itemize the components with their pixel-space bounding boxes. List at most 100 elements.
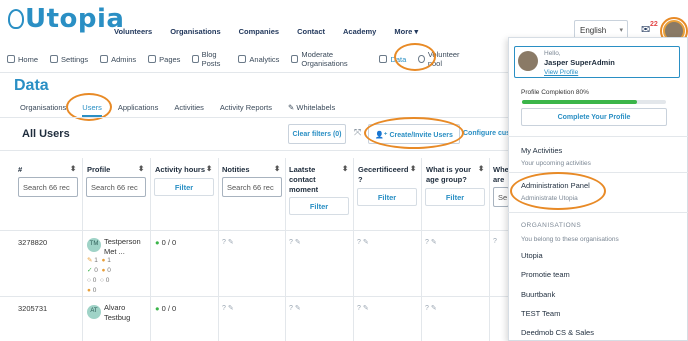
activity-hours-value: ● 0 / 0 <box>155 304 177 313</box>
tab-activities[interactable]: Activities <box>174 103 204 117</box>
edit-icon: ✎ <box>87 257 93 264</box>
column-header-notities[interactable]: Notities <box>222 165 250 174</box>
tab-organisations[interactable]: Organisations <box>20 103 66 117</box>
nav-organisations[interactable]: Organisations <box>170 27 220 36</box>
admins-icon <box>100 55 109 63</box>
subnav-analytics[interactable]: Analytics <box>238 55 279 64</box>
column-header-id[interactable]: # <box>18 165 22 174</box>
sort-icon[interactable]: ⬍ <box>206 164 212 173</box>
star-icon: ○ <box>87 277 91 284</box>
subnav-admins[interactable]: Admins <box>100 55 136 64</box>
column-header-profile[interactable]: Profile <box>87 165 110 174</box>
app-logo[interactable]: Utopia <box>8 4 124 34</box>
tab-applications[interactable]: Applications <box>118 103 158 117</box>
clear-filters-button[interactable]: Clear filters (0) <box>288 124 346 144</box>
filter-certified-button[interactable]: Filter <box>357 188 417 206</box>
contact-edit-icon[interactable]: ? ✎ <box>289 238 301 246</box>
column-header-activity-hours[interactable]: Activity hours <box>155 165 205 174</box>
org-item[interactable]: Utopia <box>521 251 543 260</box>
filter-contact-button[interactable]: Filter <box>289 197 349 215</box>
pages-icon <box>148 55 157 63</box>
column-header-gecertificeerd[interactable]: Gecertificeerd ? <box>358 165 410 185</box>
column-header-laatste-contact[interactable]: Laatste contact moment <box>289 165 341 195</box>
column-divider <box>353 158 354 341</box>
divider <box>508 212 688 213</box>
divider <box>508 136 688 137</box>
sort-icon[interactable]: ⬍ <box>478 164 484 173</box>
view-profile-link[interactable]: View Profile <box>544 69 578 76</box>
tab-whitelabels[interactable]: ✎ Whitelabels <box>288 103 335 117</box>
profile-completion-label: Profile Completion 80% <box>521 89 589 96</box>
profile-name-link[interactable]: Testperson Met ... <box>104 237 148 257</box>
circle-icon: ○ <box>100 277 104 284</box>
sort-icon[interactable]: ⬍ <box>138 164 144 173</box>
certified-edit-icon[interactable]: ? ✎ <box>357 238 369 246</box>
nav-more[interactable]: More ▾ <box>394 27 418 36</box>
org-item[interactable]: TEST Team <box>521 309 560 318</box>
divider <box>0 150 510 151</box>
configure-button[interactable]: Configure cust <box>463 130 512 137</box>
notification-icon[interactable]: ✉ <box>641 23 650 36</box>
avatar: TM <box>87 238 101 252</box>
row-divider <box>0 230 510 231</box>
row-id: 3205731 <box>18 304 48 313</box>
my-activities-link[interactable]: My Activities <box>521 146 562 155</box>
where-edit-icon[interactable]: ? <box>493 238 497 245</box>
profile-completion-fill <box>522 100 638 104</box>
column-divider <box>82 158 83 341</box>
filter-activity-hours-button[interactable]: Filter <box>154 178 214 196</box>
check-icon: ✓ <box>87 267 93 274</box>
certified-edit-icon[interactable]: ? ✎ <box>357 304 369 312</box>
page-title: Data <box>14 77 49 94</box>
blog-icon <box>192 55 199 63</box>
highlight-circle-create <box>364 117 464 149</box>
nav-companies[interactable]: Companies <box>239 27 279 36</box>
home-icon <box>7 55 15 63</box>
activity-hours-value: ● 0 / 0 <box>155 238 177 247</box>
column-header-age-group[interactable]: What is your age group? <box>426 165 478 185</box>
org-item[interactable]: Deedmob CS & Sales <box>521 328 594 337</box>
contact-edit-icon[interactable]: ? ✎ <box>289 304 301 312</box>
sort-icon[interactable]: ⬍ <box>410 164 416 173</box>
subnav-settings[interactable]: Settings <box>50 55 88 64</box>
analytics-icon <box>238 55 247 63</box>
tab-activity-reports[interactable]: Activity Reports <box>220 103 272 117</box>
nav-contact[interactable]: Contact <box>297 27 325 36</box>
column-header-where[interactable]: Whe are <box>493 165 509 185</box>
notities-edit-icon[interactable]: ? ✎ <box>222 238 234 246</box>
moderate-icon <box>291 55 299 63</box>
age-edit-icon[interactable]: ? ✎ <box>425 238 437 246</box>
notities-edit-icon[interactable]: ? ✎ <box>222 304 234 312</box>
search-where-input[interactable]: Se <box>493 187 509 207</box>
age-edit-icon[interactable]: ? ✎ <box>425 304 437 312</box>
top-nav: Volunteers Organisations Companies Conta… <box>114 27 418 36</box>
subnav-blog-posts[interactable]: Blog Posts <box>192 50 226 68</box>
search-profile-input[interactable]: Search 66 rec <box>86 177 146 197</box>
sort-icon[interactable]: ⬍ <box>70 164 76 173</box>
sort-icon[interactable]: ⬍ <box>274 164 280 173</box>
complete-profile-button[interactable]: Complete Your Profile <box>521 108 667 126</box>
subnav-home[interactable]: Home <box>7 55 38 64</box>
sort-icon[interactable]: ⬍ <box>342 164 348 173</box>
search-notities-input[interactable]: Search 66 rec <box>222 177 282 197</box>
balloon-icon <box>8 9 24 29</box>
search-id-input[interactable]: Search 66 rec <box>18 177 78 197</box>
org-item[interactable]: Promotie team <box>521 270 570 279</box>
org-item[interactable]: Buurtbank <box>521 290 555 299</box>
profile-name-link[interactable]: Alvaro Testbug <box>104 303 148 323</box>
subnav-moderate-organisations[interactable]: Moderate Organisations <box>291 50 367 68</box>
clock-icon: ● <box>101 267 106 274</box>
subnav-pages[interactable]: Pages <box>148 55 180 64</box>
column-divider <box>421 158 422 341</box>
hello-text: Hello, <box>544 50 561 57</box>
nav-volunteers[interactable]: Volunteers <box>114 27 152 36</box>
organisations-subtitle: You belong to these organisations <box>521 236 619 243</box>
filter-age-group-button[interactable]: Filter <box>425 188 485 206</box>
avatar <box>518 51 538 71</box>
settings-icon <box>50 55 59 63</box>
divider <box>508 172 688 173</box>
expand-icon[interactable]: ⤧ <box>354 127 361 138</box>
profile-stats: ✎ 1 ● 1 ✓ 0 ● 0 ○ 0 ○ 0 ● 0 <box>87 257 111 294</box>
column-divider <box>218 158 219 341</box>
nav-academy[interactable]: Academy <box>343 27 376 36</box>
